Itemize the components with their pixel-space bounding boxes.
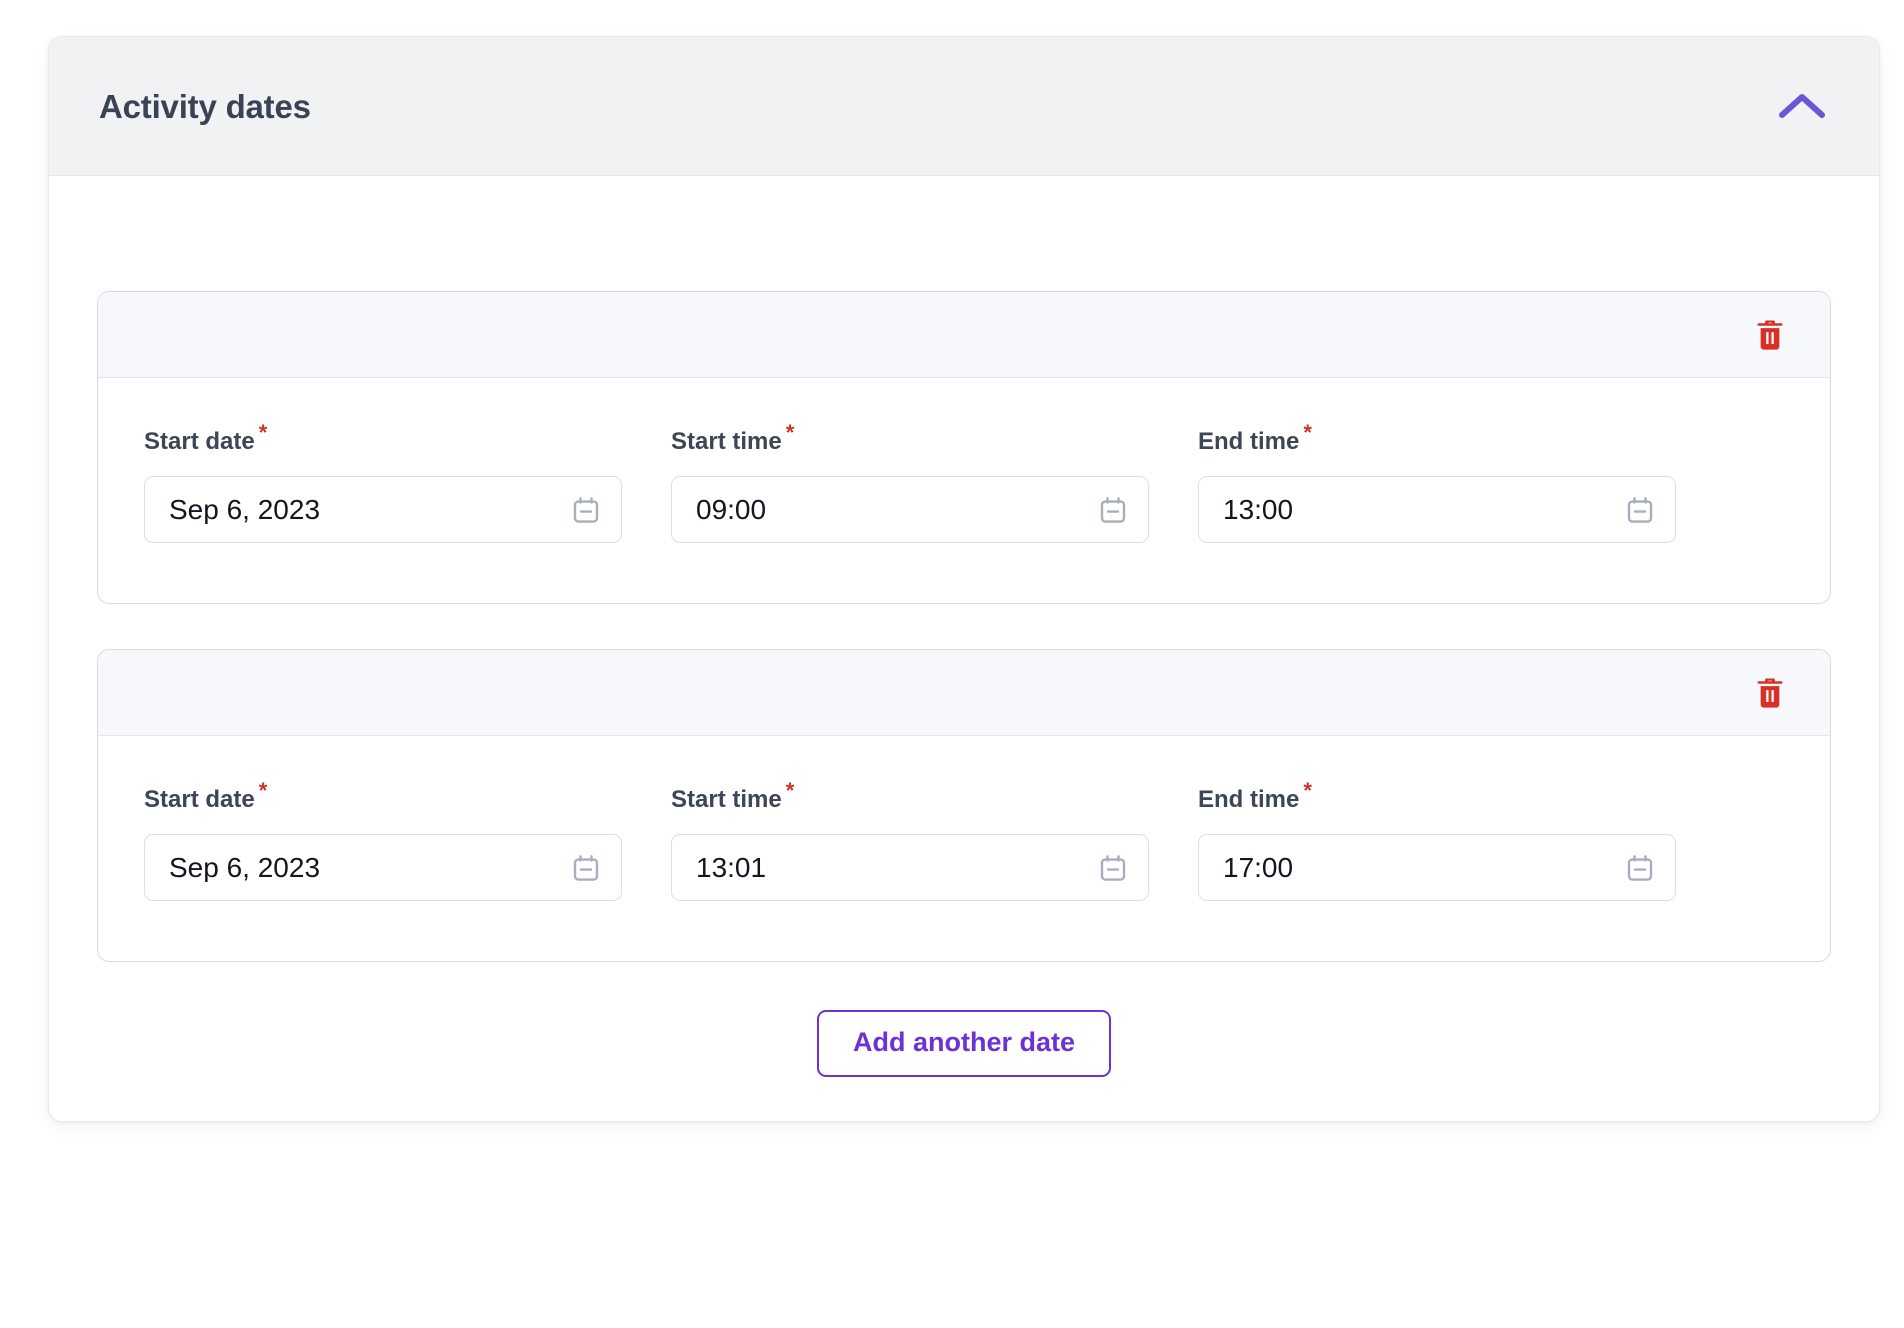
field-start-date: Start date* Sep 6, 2023 [144,422,671,543]
field-label: Start date* [144,780,671,812]
end-time-value: 13:00 [1199,496,1675,524]
start-time-input[interactable]: 09:00 [671,476,1149,543]
date-row-header [98,292,1830,378]
calendar-icon[interactable] [1097,494,1129,526]
required-marker: * [786,778,795,803]
field-end-time: End time* 13:00 [1198,422,1725,543]
start-date-value: Sep 6, 2023 [145,496,621,524]
add-another-date-button[interactable]: Add another date [817,1010,1111,1077]
start-time-value: 09:00 [672,496,1148,524]
field-label: Start date* [144,422,671,454]
field-label: End time* [1198,780,1725,812]
date-row: Start date* Sep 6, 2023 [97,649,1831,962]
calendar-icon[interactable] [570,494,602,526]
calendar-icon[interactable] [570,852,602,884]
add-date-row: Add another date [97,1010,1831,1077]
field-start-date: Start date* Sep 6, 2023 [144,780,671,901]
panel-header: Activity dates [49,37,1879,176]
required-marker: * [259,778,268,803]
panel-body: Start date* Sep 6, 2023 [49,176,1879,1121]
end-time-input[interactable]: 17:00 [1198,834,1676,901]
trash-icon [1755,319,1785,351]
field-label: Start time* [671,422,1198,454]
required-marker: * [259,420,268,445]
field-start-time: Start time* 09:00 [671,422,1198,543]
collapse-panel-button[interactable] [1771,75,1833,137]
end-time-value: 17:00 [1199,854,1675,882]
date-row-fields: Start date* Sep 6, 2023 [98,736,1830,961]
date-row-fields: Start date* Sep 6, 2023 [98,378,1830,603]
calendar-icon[interactable] [1624,494,1656,526]
start-date-value: Sep 6, 2023 [145,854,621,882]
field-label: Start time* [671,780,1198,812]
activity-dates-panel: Activity dates [48,36,1880,1122]
field-label: End time* [1198,422,1725,454]
end-time-input[interactable]: 13:00 [1198,476,1676,543]
start-time-input[interactable]: 13:01 [671,834,1149,901]
date-row-header [98,650,1830,736]
page-title: Activity dates [99,90,311,123]
date-row: Start date* Sep 6, 2023 [97,291,1831,604]
delete-date-button[interactable] [1746,669,1794,717]
trash-icon [1755,677,1785,709]
field-end-time: End time* 17:00 [1198,780,1725,901]
start-date-input[interactable]: Sep 6, 2023 [144,476,622,543]
delete-date-button[interactable] [1746,311,1794,359]
required-marker: * [1303,420,1312,445]
start-time-value: 13:01 [672,854,1148,882]
required-marker: * [786,420,795,445]
chevron-up-icon [1778,91,1826,121]
activity-dates-page: Activity dates [0,0,1904,1328]
calendar-icon[interactable] [1097,852,1129,884]
field-start-time: Start time* 13:01 [671,780,1198,901]
required-marker: * [1303,778,1312,803]
calendar-icon[interactable] [1624,852,1656,884]
start-date-input[interactable]: Sep 6, 2023 [144,834,622,901]
